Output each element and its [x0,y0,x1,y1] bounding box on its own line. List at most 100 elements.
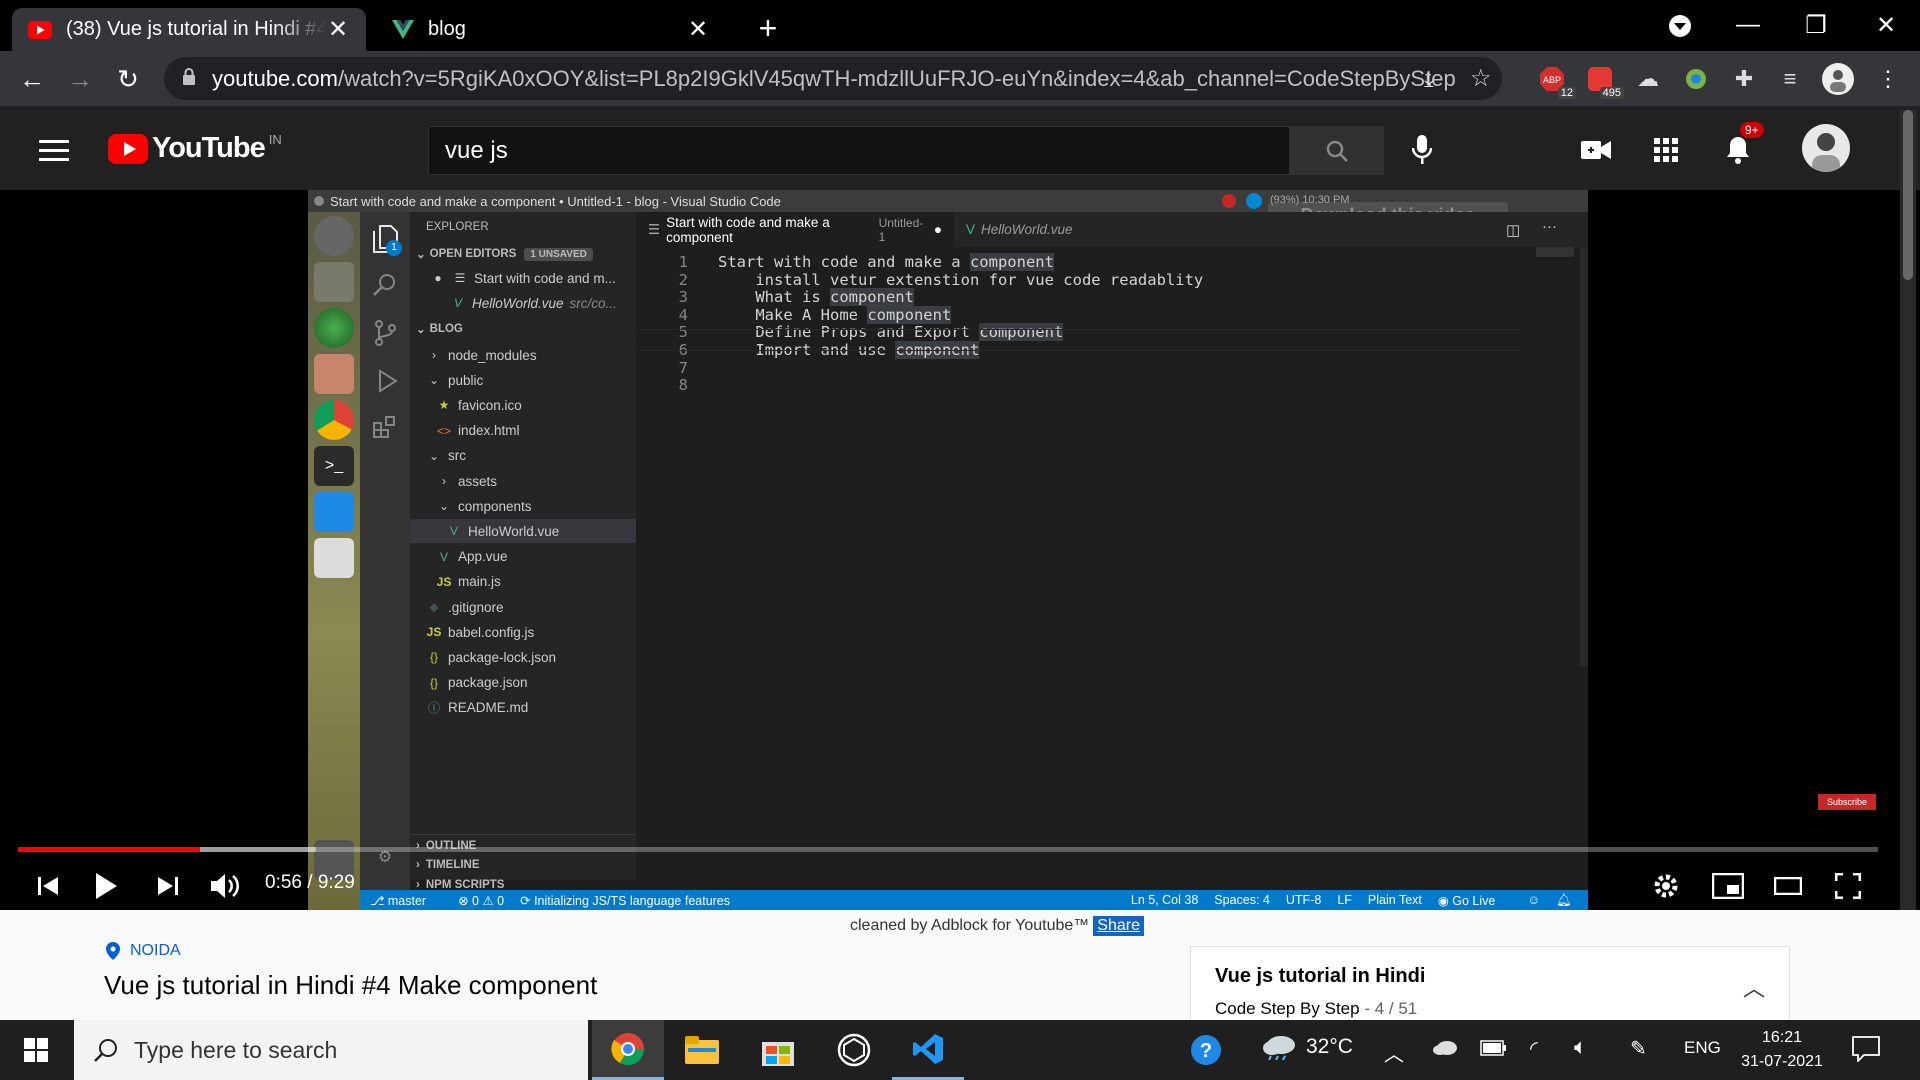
address-bar[interactable]: youtube.com/watch?v=5RgiKA0xOOY&list=PL8… [164,57,1502,100]
page-scrollbar-thumb[interactable] [1903,110,1913,280]
file-tree-item[interactable]: JS main.js [410,570,636,594]
settings-gear-icon[interactable] [1642,862,1690,910]
share-button[interactable]: Share [1093,916,1144,936]
browser-tab-active[interactable]: (38) Vue js tutorial in Hindi #4 Make co… [12,8,366,51]
playlist-title[interactable]: Vue js tutorial in Hindi [1215,965,1425,988]
forward-icon[interactable]: → [62,61,98,97]
progress-bar[interactable] [18,847,1878,852]
split-editor-icon[interactable]: ◫ [1506,221,1520,239]
source-control-icon[interactable] [368,316,402,350]
apps-grid-icon[interactable] [1644,128,1688,172]
go-live-status[interactable]: ◉ Go Live [1438,893,1511,908]
browser-tab[interactable]: blog ✕ [376,8,726,51]
video-player[interactable]: Start with code and make a component • U… [0,110,1920,910]
file-tree-item[interactable]: {} package-lock.json [410,645,636,669]
notifications-bell-icon[interactable]: 9+ [1716,122,1764,172]
restore-icon[interactable]: ❐ [1782,0,1850,50]
windows-start-icon[interactable] [0,1020,72,1080]
microphone-icon[interactable] [1400,128,1444,172]
encoding-status[interactable]: UTF-8 [1286,893,1321,907]
settings-gear-icon[interactable]: ⚙ [368,840,402,874]
clock[interactable]: 16:21 31-07-2021 [1734,1026,1830,1074]
search-icon[interactable] [368,268,402,302]
extensions-icon[interactable] [368,410,402,444]
wifi-icon[interactable]: ◜ [1530,1036,1538,1061]
editor-scrollbar[interactable] [1580,247,1588,667]
file-tree-item[interactable]: ⌄ public [410,368,636,392]
vpn-extension-icon[interactable]: ☁ [1632,63,1664,95]
adblock-extension-icon[interactable]: ABP 12 [1536,63,1576,99]
code-editor[interactable]: 1 Start with code and make a component 2 i… [636,247,1588,880]
editor-tab[interactable]: V HelloWorld.vue [954,212,1094,247]
file-tree-item[interactable]: › node_modules [410,343,636,367]
playlist-panel[interactable]: Vue js tutorial in Hindi Code Step By St… [1190,946,1790,1020]
create-video-icon[interactable] [1574,128,1618,172]
file-tree-item[interactable]: ⓘ README.md [410,696,636,720]
feedback-icon[interactable]: ☺ [1527,893,1540,907]
notification-center-icon[interactable] [1852,1036,1880,1062]
file-tree-item[interactable]: {} package.json [410,671,636,695]
close-tab-icon[interactable]: ✕ [326,15,350,44]
youtube-logo[interactable]: YouTube IN [108,132,282,165]
file-tree-item[interactable]: ★ favicon.ico [410,393,636,417]
color-extension-icon[interactable] [1680,63,1712,95]
chrome-taskbar-icon[interactable] [592,1020,664,1080]
file-explorer-icon[interactable] [666,1020,738,1080]
project-header[interactable]: ⌄ BLOG [410,318,636,340]
minimize-icon[interactable]: — [1714,0,1782,50]
theater-mode-icon[interactable] [1764,862,1812,910]
pen-icon[interactable]: ✎ [1630,1036,1647,1061]
language-indicator[interactable]: ENG [1684,1038,1721,1058]
indent-status[interactable]: Spaces: 4 [1214,893,1270,907]
previous-icon[interactable] [24,862,72,910]
file-tree-item[interactable]: V HelloWorld.vue [410,519,636,544]
store-icon[interactable] [742,1020,814,1080]
hamburger-menu-icon[interactable] [32,128,76,172]
taskbar-search[interactable]: Type here to search [74,1020,588,1080]
install-app-icon[interactable]: ⤓ [1424,66,1434,92]
location-tag[interactable]: NOIDA [106,942,181,960]
bookmark-star-icon[interactable]: ☆ [1470,64,1492,93]
cursor-position[interactable]: Ln 5, Col 38 [1131,893,1198,907]
tab-search-icon[interactable] [1664,12,1696,40]
file-tree-item[interactable]: V App.vue [410,545,636,569]
volume-icon[interactable] [202,862,250,910]
file-tree-item[interactable]: JS babel.config.js [410,620,636,644]
vscode-taskbar-icon[interactable] [892,1020,964,1080]
more-actions-icon[interactable]: ··· [1542,218,1557,235]
problems-status[interactable]: ⊗ 0 ⚠ 0 [458,893,504,908]
open-editors-header[interactable]: ⌄ OPEN EDITORS 1 UNSAVED [410,243,636,265]
fullscreen-icon[interactable] [1824,862,1872,910]
file-tree-item[interactable]: ◆ .gitignore [410,595,636,619]
editor-tab-active[interactable]: ☰ Start with code and make a component U… [636,212,954,247]
miniplayer-icon[interactable] [1704,862,1752,910]
help-icon[interactable]: ? [1170,1020,1242,1080]
show-hidden-icons-icon[interactable]: ︿ [1384,1038,1404,1067]
profile-avatar[interactable] [1822,63,1854,95]
open-editor-item[interactable]: V HelloWorld.vue src/co... [410,291,636,315]
bell-icon[interactable]: 🔔︎ [1556,893,1572,908]
battery-icon[interactable] [1480,1040,1506,1056]
speaker-icon[interactable]: 🔈︎ [1574,1034,1587,1060]
file-tree-item[interactable]: ⌄ src [410,444,636,468]
chevron-up-icon[interactable]: ︿ [1743,971,1765,1003]
extension-icon[interactable]: 495 [1584,63,1624,99]
reload-icon[interactable]: ↻ [110,61,146,97]
open-editor-item[interactable]: ● ☰ Start with code and m... [410,266,636,290]
media-control-icon[interactable]: ≡ [1774,63,1806,95]
timeline-section[interactable]: › TIMELINE [410,854,636,876]
extensions-puzzle-icon[interactable]: ✚ [1728,63,1760,95]
weather-widget[interactable]: 32°C [1262,1034,1353,1060]
new-tab-button[interactable]: + [748,8,788,48]
back-icon[interactable]: ← [14,61,50,97]
page-scrollbar-track[interactable] [1900,110,1916,910]
run-debug-icon[interactable] [368,364,402,398]
search-button[interactable] [1290,126,1384,175]
close-tab-icon[interactable]: ✕ [686,15,710,44]
file-tree-item[interactable]: <> index.html [410,419,636,443]
close-window-icon[interactable]: ✕ [1852,0,1920,50]
outline-section[interactable]: › OUTLINE [410,834,636,856]
branch-status[interactable]: ⎇ master [370,893,442,908]
play-icon[interactable] [82,862,130,910]
account-avatar[interactable] [1802,124,1850,172]
